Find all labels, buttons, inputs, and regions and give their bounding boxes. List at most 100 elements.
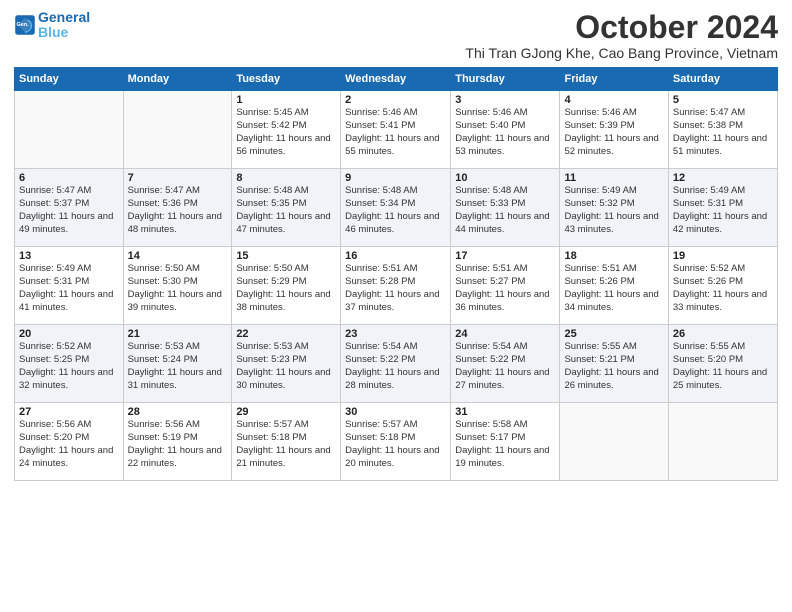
calendar-table: Sunday Monday Tuesday Wednesday Thursday… — [14, 67, 778, 481]
location-title: Thi Tran GJong Khe, Cao Bang Province, V… — [465, 45, 778, 61]
sunset-text: Sunset: 5:21 PM — [564, 354, 634, 365]
sunrise-text: Sunrise: 5:50 AM — [128, 263, 200, 274]
day-info: Sunrise: 5:47 AMSunset: 5:36 PMDaylight:… — [128, 185, 228, 236]
daylight-text: Daylight: 11 hours and 36 minutes. — [455, 289, 549, 313]
calendar-cell: 8Sunrise: 5:48 AMSunset: 5:35 PMDaylight… — [232, 169, 341, 247]
day-info: Sunrise: 5:48 AMSunset: 5:33 PMDaylight:… — [455, 185, 555, 236]
day-info: Sunrise: 5:46 AM Sunset: 5:40 PM Daylight:… — [455, 107, 555, 158]
day-number: 5 — [673, 94, 773, 106]
calendar-cell: 27Sunrise: 5:56 AMSunset: 5:20 PMDayligh… — [15, 403, 124, 481]
day-info: Sunrise: 5:53 AMSunset: 5:24 PMDaylight:… — [128, 341, 228, 392]
day-number: 26 — [673, 328, 773, 340]
daylight-text: Daylight: 11 hours and 44 minutes. — [455, 211, 549, 235]
calendar-week-5: 27Sunrise: 5:56 AMSunset: 5:20 PMDayligh… — [15, 403, 778, 481]
daylight-text: Daylight: 11 hours and 25 minutes. — [673, 367, 767, 391]
sunset-text: Sunset: 5:25 PM — [19, 354, 89, 365]
day-info: Sunrise: 5:51 AMSunset: 5:27 PMDaylight:… — [455, 263, 555, 314]
sunset-text: Sunset: 5:41 PM — [345, 120, 415, 131]
day-number: 22 — [236, 328, 336, 340]
day-info: Sunrise: 5:50 AMSunset: 5:29 PMDaylight:… — [236, 263, 336, 314]
sunset-text: Sunset: 5:39 PM — [564, 120, 634, 131]
calendar-cell: 17Sunrise: 5:51 AMSunset: 5:27 PMDayligh… — [451, 247, 560, 325]
sunrise-text: Sunrise: 5:49 AM — [19, 263, 91, 274]
day-info: Sunrise: 5:53 AMSunset: 5:23 PMDaylight:… — [236, 341, 336, 392]
calendar-cell: 10Sunrise: 5:48 AMSunset: 5:33 PMDayligh… — [451, 169, 560, 247]
sunrise-text: Sunrise: 5:51 AM — [564, 263, 636, 274]
day-number: 2 — [345, 94, 446, 106]
sunrise-text: Sunrise: 5:46 AM — [455, 107, 527, 118]
day-info: Sunrise: 5:50 AMSunset: 5:30 PMDaylight:… — [128, 263, 228, 314]
sunrise-text: Sunrise: 5:48 AM — [345, 185, 417, 196]
calendar-week-4: 20Sunrise: 5:52 AMSunset: 5:25 PMDayligh… — [15, 325, 778, 403]
sunrise-text: Sunrise: 5:57 AM — [236, 419, 308, 430]
sunset-text: Sunset: 5:26 PM — [673, 276, 743, 287]
day-info: Sunrise: 5:56 AMSunset: 5:20 PMDaylight:… — [19, 419, 119, 470]
daylight-text: Daylight: 11 hours and 22 minutes. — [128, 445, 222, 469]
daylight-text: Daylight: 11 hours and 31 minutes. — [128, 367, 222, 391]
calendar-week-1: 1Sunrise: 5:45 AMSunset: 5:42 PMDaylight… — [15, 91, 778, 169]
day-number: 3 — [455, 94, 555, 106]
daylight-text: Daylight: 11 hours and 21 minutes. — [236, 445, 330, 469]
day-info: Sunrise: 5:52 AMSunset: 5:26 PMDaylight:… — [673, 263, 773, 314]
daylight-text: Daylight: 11 hours and 53 minutes. — [455, 133, 549, 157]
calendar-cell: 26Sunrise: 5:55 AM Sunset: 5:20 PM Dayligh… — [668, 325, 777, 403]
day-info: Sunrise: 5:54 AMSunset: 5:22 PMDaylight:… — [345, 341, 446, 392]
day-info: Sunrise: 5:46 AMSunset: 5:41 PMDaylight:… — [345, 107, 446, 158]
day-number: 25 — [564, 328, 663, 340]
calendar-cell: 29Sunrise: 5:57 AM Sunset: 5:18 PM Dayligh… — [232, 403, 341, 481]
calendar-cell: 13Sunrise: 5:49 AMSunset: 5:31 PMDayligh… — [15, 247, 124, 325]
daylight-text: Daylight: 11 hours and 37 minutes. — [345, 289, 439, 313]
day-info: Sunrise: 5:49 AMSunset: 5:32 PMDaylight:… — [564, 185, 663, 236]
calendar-cell: 3Sunrise: 5:46 AM Sunset: 5:40 PM Daylight… — [451, 91, 560, 169]
calendar-cell: 24Sunrise: 5:54 AMSunset: 5:22 PMDayligh… — [451, 325, 560, 403]
sunset-text: Sunset: 5:17 PM — [455, 432, 525, 443]
sunset-text: Sunset: 5:40 PM — [455, 120, 525, 131]
sunrise-text: Sunrise: 5:57 AM — [345, 419, 417, 430]
day-info: Sunrise: 5:52 AMSunset: 5:25 PMDaylight:… — [19, 341, 119, 392]
day-info: Sunrise: 5:47 AMSunset: 5:37 PMDaylight:… — [19, 185, 119, 236]
sunrise-text: Sunrise: 5:48 AM — [236, 185, 308, 196]
sunset-text: Sunset: 5:18 PM — [236, 432, 306, 443]
calendar-week-2: 6Sunrise: 5:47 AMSunset: 5:37 PMDaylight… — [15, 169, 778, 247]
calendar-cell: 11Sunrise: 5:49 AMSunset: 5:32 PMDayligh… — [560, 169, 668, 247]
calendar-cell: 14Sunrise: 5:50 AMSunset: 5:30 PMDayligh… — [123, 247, 232, 325]
calendar-cell: 19Sunrise: 5:52 AMSunset: 5:26 PMDayligh… — [668, 247, 777, 325]
sunrise-text: Sunrise: 5:46 AM — [345, 107, 417, 118]
day-number: 12 — [673, 172, 773, 184]
day-info: Sunrise: 5:54 AMSunset: 5:22 PMDaylight:… — [455, 341, 555, 392]
calendar-cell: 25Sunrise: 5:55 AMSunset: 5:21 PMDayligh… — [560, 325, 668, 403]
daylight-text: Daylight: 11 hours and 52 minutes. — [564, 133, 658, 157]
sunrise-text: Sunrise: 5:50 AM — [236, 263, 308, 274]
sunset-text: Sunset: 5:20 PM — [673, 354, 743, 365]
daylight-text: Daylight: 11 hours and 38 minutes. — [236, 289, 330, 313]
daylight-text: Daylight: 11 hours and 41 minutes. — [19, 289, 113, 313]
sunrise-text: Sunrise: 5:53 AM — [128, 341, 200, 352]
col-monday: Monday — [123, 68, 232, 91]
day-number: 10 — [455, 172, 555, 184]
day-number: 29 — [236, 406, 336, 418]
day-info: Sunrise: 5:51 AMSunset: 5:28 PMDaylight:… — [345, 263, 446, 314]
calendar-cell: 30Sunrise: 5:57 AMSunset: 5:18 PMDayligh… — [341, 403, 451, 481]
calendar-cell: 12Sunrise: 5:49 AMSunset: 5:31 PMDayligh… — [668, 169, 777, 247]
sunset-text: Sunset: 5:42 PM — [236, 120, 306, 131]
daylight-text: Daylight: 11 hours and 26 minutes. — [564, 367, 658, 391]
svg-text:Gen.: Gen. — [16, 23, 29, 29]
sunrise-text: Sunrise: 5:47 AM — [128, 185, 200, 196]
sunset-text: Sunset: 5:35 PM — [236, 198, 306, 209]
sunrise-text: Sunrise: 5:55 AM — [673, 341, 745, 352]
daylight-text: Daylight: 11 hours and 30 minutes. — [236, 367, 330, 391]
day-info: Sunrise: 5:51 AMSunset: 5:26 PMDaylight:… — [564, 263, 663, 314]
day-number: 23 — [345, 328, 446, 340]
calendar-cell: 20Sunrise: 5:52 AMSunset: 5:25 PMDayligh… — [15, 325, 124, 403]
calendar-cell: 23Sunrise: 5:54 AMSunset: 5:22 PMDayligh… — [341, 325, 451, 403]
sunrise-text: Sunrise: 5:52 AM — [19, 341, 91, 352]
sunrise-text: Sunrise: 5:49 AM — [673, 185, 745, 196]
logo-icon: Gen. — [14, 14, 36, 36]
sunset-text: Sunset: 5:31 PM — [19, 276, 89, 287]
col-wednesday: Wednesday — [341, 68, 451, 91]
sunrise-text: Sunrise: 5:51 AM — [455, 263, 527, 274]
sunset-text: Sunset: 5:26 PM — [564, 276, 634, 287]
calendar-header-row: Sunday Monday Tuesday Wednesday Thursday… — [15, 68, 778, 91]
day-info: Sunrise: 5:58 AMSunset: 5:17 PMDaylight:… — [455, 419, 555, 470]
daylight-text: Daylight: 11 hours and 33 minutes. — [673, 289, 767, 313]
